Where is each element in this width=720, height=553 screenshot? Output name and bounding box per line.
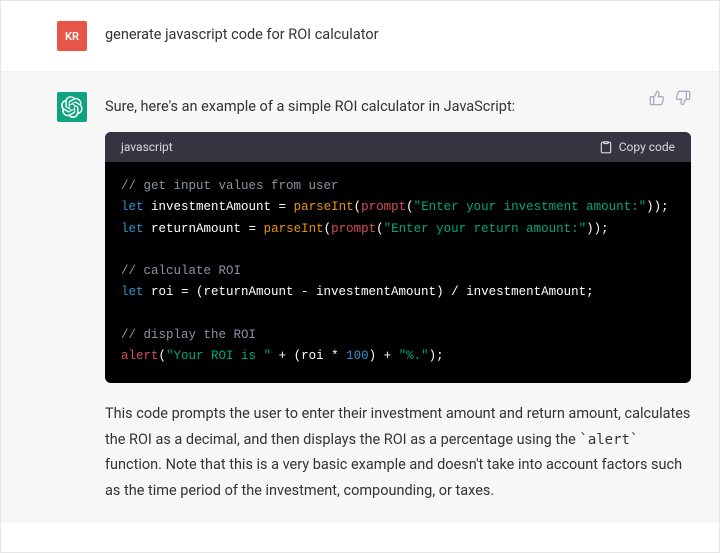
user-message-row: KR generate javascript code for ROI calc… xyxy=(1,1,719,72)
code-func: prompt xyxy=(331,222,376,236)
assistant-content: Sure, here's an example of a simple ROI … xyxy=(105,92,691,503)
code-keyword: let xyxy=(121,222,144,236)
user-avatar-initials: KR xyxy=(65,30,79,43)
openai-logo-icon xyxy=(61,96,83,118)
code-comment: // get input values from user xyxy=(121,179,339,193)
thumbs-up-icon xyxy=(649,90,665,106)
code-keyword: let xyxy=(121,200,144,214)
thumbs-up-button[interactable] xyxy=(649,90,665,106)
assistant-explanation: This code prompts the user to enter thei… xyxy=(105,401,691,503)
user-avatar: KR xyxy=(57,21,87,51)
thumbs-down-icon xyxy=(675,90,691,106)
code-body[interactable]: // get input values from user let invest… xyxy=(105,162,691,383)
code-func: parseInt xyxy=(294,200,354,214)
code-string: "Enter your investment amount:" xyxy=(414,200,647,214)
copy-code-button[interactable]: Copy code xyxy=(599,140,675,154)
code-string: "Enter your return amount:" xyxy=(384,222,587,236)
code-comment: // calculate ROI xyxy=(121,264,241,278)
code-text: ) + xyxy=(369,349,399,363)
code-text: = xyxy=(279,200,294,214)
code-func: prompt xyxy=(361,200,406,214)
code-comment: // display the ROI xyxy=(121,328,256,342)
code-block: javascript Copy code // get input values… xyxy=(105,132,691,383)
code-text: roi = (returnAmount - investmentAmount) … xyxy=(144,285,594,299)
feedback-buttons xyxy=(649,90,691,106)
code-language-label: javascript xyxy=(121,140,173,154)
assistant-avatar xyxy=(57,92,87,122)
code-text: returnAmount xyxy=(144,222,249,236)
chat-container: KR generate javascript code for ROI calc… xyxy=(0,0,720,553)
code-text: investmentAmount xyxy=(144,200,279,214)
code-text: ); xyxy=(429,349,444,363)
thumbs-down-button[interactable] xyxy=(675,90,691,106)
copy-code-label: Copy code xyxy=(619,140,675,154)
code-string: "Your ROI is " xyxy=(166,349,271,363)
assistant-message-row: Sure, here's an example of a simple ROI … xyxy=(1,72,719,523)
code-string: "%." xyxy=(399,349,429,363)
code-keyword: let xyxy=(121,285,144,299)
clipboard-icon xyxy=(599,140,613,154)
code-text: = xyxy=(249,222,264,236)
explanation-inline-code: `alert` xyxy=(579,432,638,448)
assistant-intro-text: Sure, here's an example of a simple ROI … xyxy=(105,92,691,118)
code-number: 100 xyxy=(346,349,369,363)
code-text: + (roi * xyxy=(271,349,346,363)
code-func: alert xyxy=(121,349,159,363)
explanation-text-post: function. Note that this is a very basic… xyxy=(105,456,682,498)
code-func: parseInt xyxy=(264,222,324,236)
user-message-text: generate javascript code for ROI calcula… xyxy=(105,21,379,43)
code-header: javascript Copy code xyxy=(105,132,691,162)
